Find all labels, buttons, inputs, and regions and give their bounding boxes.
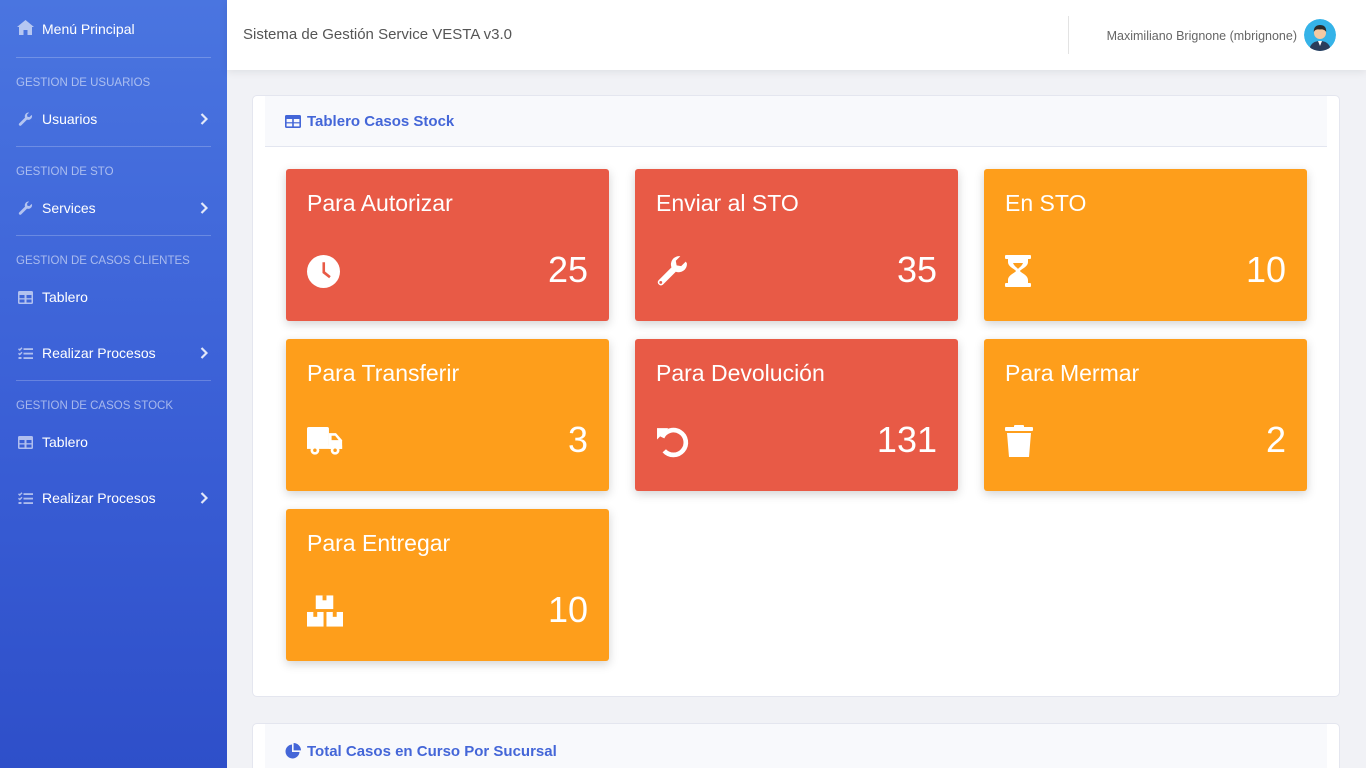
user-name[interactable]: Maximiliano Brignone (mbrignone) — [1107, 29, 1297, 43]
tile-count: 10 — [547, 589, 588, 630]
tile-para-mermar[interactable]: Para Mermar 2 — [984, 339, 1307, 491]
tile-count: 131 — [876, 419, 937, 460]
card-header: Total Casos en Curso Por Sucursal — [265, 724, 1327, 768]
sidebar-item-label: Services — [42, 200, 96, 216]
tile-count: 25 — [547, 249, 588, 290]
trash-icon — [1005, 423, 1041, 459]
table-icon — [285, 113, 301, 129]
tile-count: 10 — [1245, 249, 1286, 290]
section-heading-stock: GESTION DE CASOS STOCK — [16, 400, 173, 412]
card-title: Total Casos en Curso Por Sucursal — [307, 742, 557, 760]
sidebar-item-label: Usuarios — [42, 111, 98, 127]
branch-cases-card: Total Casos en Curso Por Sucursal — [252, 723, 1340, 768]
table-icon — [17, 289, 34, 306]
card-header: Tablero Casos Stock — [265, 96, 1327, 147]
sidebar-item-label: Realizar Procesos — [42, 345, 156, 361]
home-icon — [17, 20, 34, 37]
tile-count: 3 — [567, 419, 588, 460]
tile-para-entregar[interactable]: Para Entregar 10 — [286, 509, 609, 661]
avatar[interactable] — [1304, 19, 1336, 51]
tile-title: Para Autorizar — [307, 190, 453, 216]
tile-title: Para Entregar — [307, 530, 451, 556]
card-title: Tablero Casos Stock — [307, 112, 455, 130]
sidebar-item-stock-procesos[interactable]: Realizar Procesos — [0, 484, 227, 512]
tile-enviar-al-sto[interactable]: Enviar al STO 35 — [635, 169, 958, 321]
wrench-icon — [656, 253, 692, 289]
hourglass-icon — [1005, 253, 1041, 289]
section-heading-sto: GESTION DE STO — [16, 166, 114, 178]
tasks-icon — [17, 490, 34, 507]
sidebar-item-label: Tablero — [42, 434, 88, 450]
menu-principal-link[interactable]: Menú Principal — [0, 0, 227, 57]
sidebar-item-services[interactable]: Services — [0, 194, 227, 222]
tile-title: Para Devolución — [656, 360, 825, 386]
sidebar-item-clientes-tablero[interactable]: Tablero — [0, 283, 227, 311]
chevron-right-icon — [199, 492, 209, 504]
sidebar: Menú Principal GESTION DE USUARIOS Usuar… — [0, 0, 227, 768]
tile-title: Para Mermar — [1005, 360, 1140, 386]
chevron-right-icon — [199, 113, 209, 125]
chevron-right-icon — [199, 202, 209, 214]
topbar-divider — [1068, 16, 1069, 54]
tile-title: Para Transferir — [307, 360, 460, 386]
sidebar-item-usuarios[interactable]: Usuarios — [0, 105, 227, 133]
tile-para-autorizar[interactable]: Para Autorizar 25 — [286, 169, 609, 321]
boxes-icon — [307, 593, 343, 629]
sidebar-item-label: Tablero — [42, 289, 88, 305]
sidebar-item-clientes-procesos[interactable]: Realizar Procesos — [0, 339, 227, 367]
tile-title: En STO — [1005, 190, 1087, 216]
chevron-right-icon — [199, 347, 209, 359]
truck-icon — [307, 423, 343, 459]
tile-count: 35 — [896, 249, 937, 290]
table-icon — [17, 434, 34, 451]
wrench-icon — [17, 200, 34, 217]
tile-para-transferir[interactable]: Para Transferir 3 — [286, 339, 609, 491]
menu-principal-label: Menú Principal — [42, 20, 135, 37]
sidebar-divider — [16, 235, 211, 236]
sidebar-divider — [16, 146, 211, 147]
tile-para-devolucion[interactable]: Para Devolución 131 — [635, 339, 958, 491]
tile-title: Enviar al STO — [656, 190, 799, 216]
sidebar-item-label: Realizar Procesos — [42, 490, 156, 506]
clock-icon — [307, 253, 343, 289]
tasks-icon — [17, 345, 34, 362]
undo-icon — [656, 423, 692, 459]
section-heading-usuarios: GESTION DE USUARIOS — [16, 77, 151, 89]
sidebar-item-stock-tablero[interactable]: Tablero — [0, 428, 227, 456]
tile-en-sto[interactable]: En STO 10 — [984, 169, 1307, 321]
sidebar-divider — [16, 380, 211, 381]
app-title: Sistema de Gestión Service VESTA v3.0 — [243, 26, 513, 43]
wrench-icon — [17, 111, 34, 128]
stock-dashboard-card: Tablero Casos Stock Para Autorizar 25 En… — [252, 95, 1340, 697]
topbar: Sistema de Gestión Service VESTA v3.0 Ma… — [227, 0, 1366, 70]
tile-count: 2 — [1265, 419, 1286, 460]
section-heading-clientes: GESTION DE CASOS CLIENTES — [16, 255, 190, 267]
pie-chart-icon — [285, 743, 301, 759]
sidebar-divider — [16, 57, 211, 58]
